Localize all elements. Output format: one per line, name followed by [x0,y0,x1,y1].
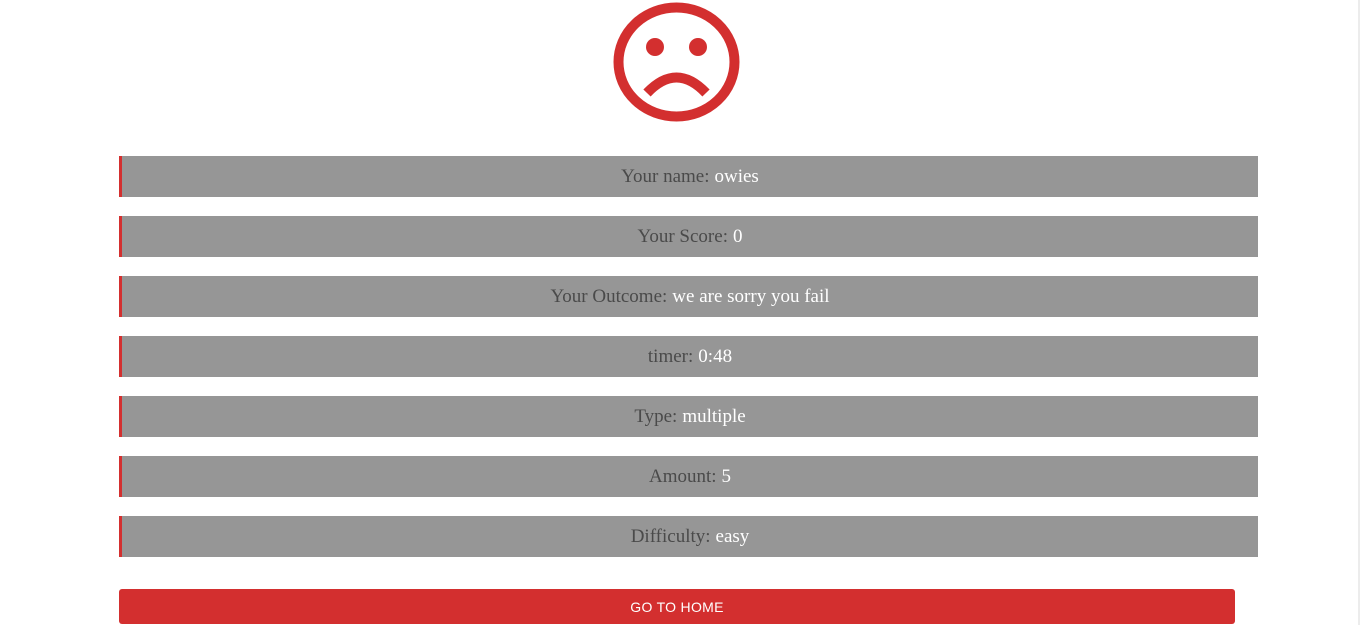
result-details: Your name: owies Your Score: 0 Your Outc… [119,156,1258,576]
score-label: Your Score: [637,226,728,247]
difficulty-row: Difficulty: easy [119,516,1258,557]
outcome-row: Your Outcome: we are sorry you fail [119,276,1258,317]
sad-face-icon [613,2,740,122]
score-row: Your Score: 0 [119,216,1258,257]
type-value: multiple [682,406,746,427]
outcome-label: Your Outcome: [550,286,668,307]
name-label: Your name: [621,166,710,187]
difficulty-label: Difficulty: [630,526,711,547]
timer-row: timer: 0:48 [119,336,1258,377]
outcome-value: we are sorry you fail [672,286,830,307]
amount-value: 5 [721,466,732,487]
type-label: Type: [634,406,678,427]
go-to-home-button[interactable]: GO TO HOME [119,589,1235,624]
name-value: owies [714,166,759,187]
difficulty-value: easy [715,526,750,547]
score-value: 0 [732,226,743,247]
type-row: Type: multiple [119,396,1258,437]
name-row: Your name: owies [119,156,1258,197]
timer-value: 0:48 [698,346,733,367]
timer-label: timer: [647,346,694,367]
amount-row: Amount: 5 [119,456,1258,497]
amount-label: Amount: [648,466,717,487]
